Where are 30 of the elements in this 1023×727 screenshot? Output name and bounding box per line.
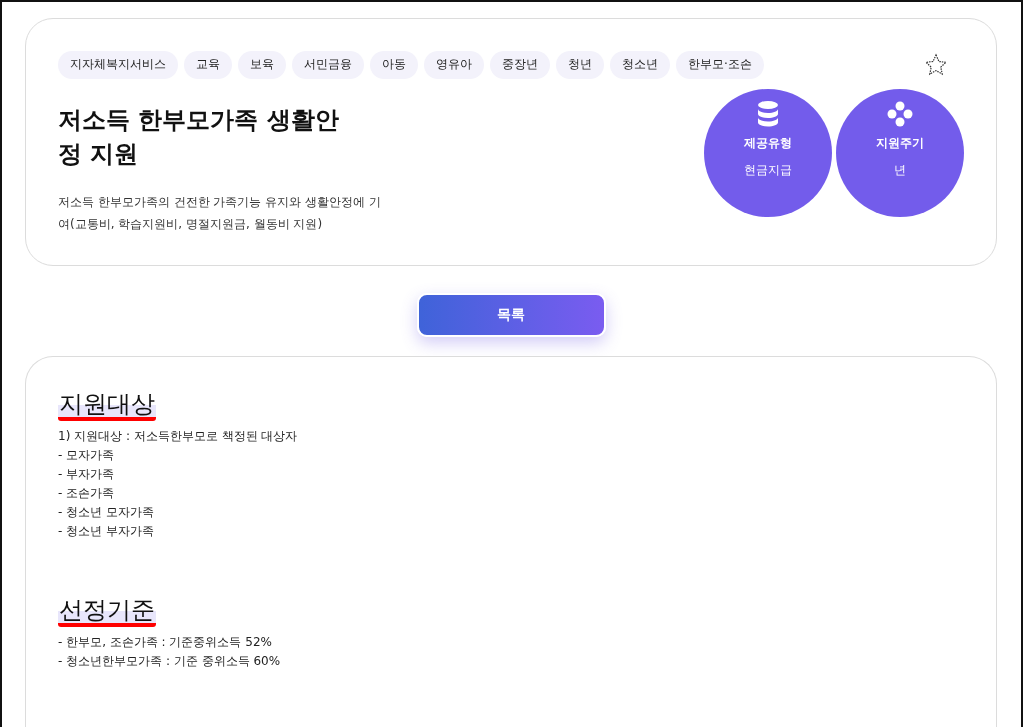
service-title: 저소득 한부모가족 생활안정 지원 [58,105,340,170]
detail-line: - 부자가족 [58,466,116,483]
section-heading: 선정기준 [58,597,156,627]
detail-line: - 조손가족 [58,485,116,502]
category-tag[interactable]: 아동 [370,51,418,79]
category-tag[interactable]: 보육 [238,51,286,79]
database-icon [757,101,779,127]
category-tag[interactable]: 교육 [184,51,232,79]
detail-line: - 한부모, 조손가족 : 기준중위소득 52% [58,634,273,651]
info-label: 지원주기 [876,135,924,152]
list-button[interactable]: 목록 [416,293,606,337]
category-tag[interactable]: 한부모·조손 [676,51,764,79]
info-value: 현금지급 [744,162,792,179]
service-description: 저소득 한부모가족의 건전한 가족기능 유지와 생활안정에 기여(교통비, 학습지원비, 명절지원금, 월동비 지원) [58,194,382,233]
category-tag[interactable]: 서민금융 [292,51,364,79]
category-tag[interactable]: 지자체복지서비스 [58,51,178,79]
category-tag[interactable]: 청소년 [610,51,670,79]
detail-line: - 모자가족 [58,447,116,464]
detail-line: - 청소년 모자가족 [58,504,155,521]
four-dots-icon [887,101,913,127]
category-tag[interactable]: 중장년 [490,51,550,79]
detail-line: 1) 지원대상 : 저소득한부모로 책정된 대상자 [58,428,299,445]
info-label: 제공유형 [744,135,792,152]
detail-line: - 청소년 부자가족 [58,523,155,540]
category-tag[interactable]: 영유아 [424,51,484,79]
info-value: 년 [894,162,906,179]
star-icon[interactable] [924,53,948,77]
section-heading: 지원대상 [58,391,156,421]
detail-line: - 청소년한부모가족 : 기준 중위소득 60% [58,653,282,670]
category-tag[interactable]: 청년 [556,51,604,79]
